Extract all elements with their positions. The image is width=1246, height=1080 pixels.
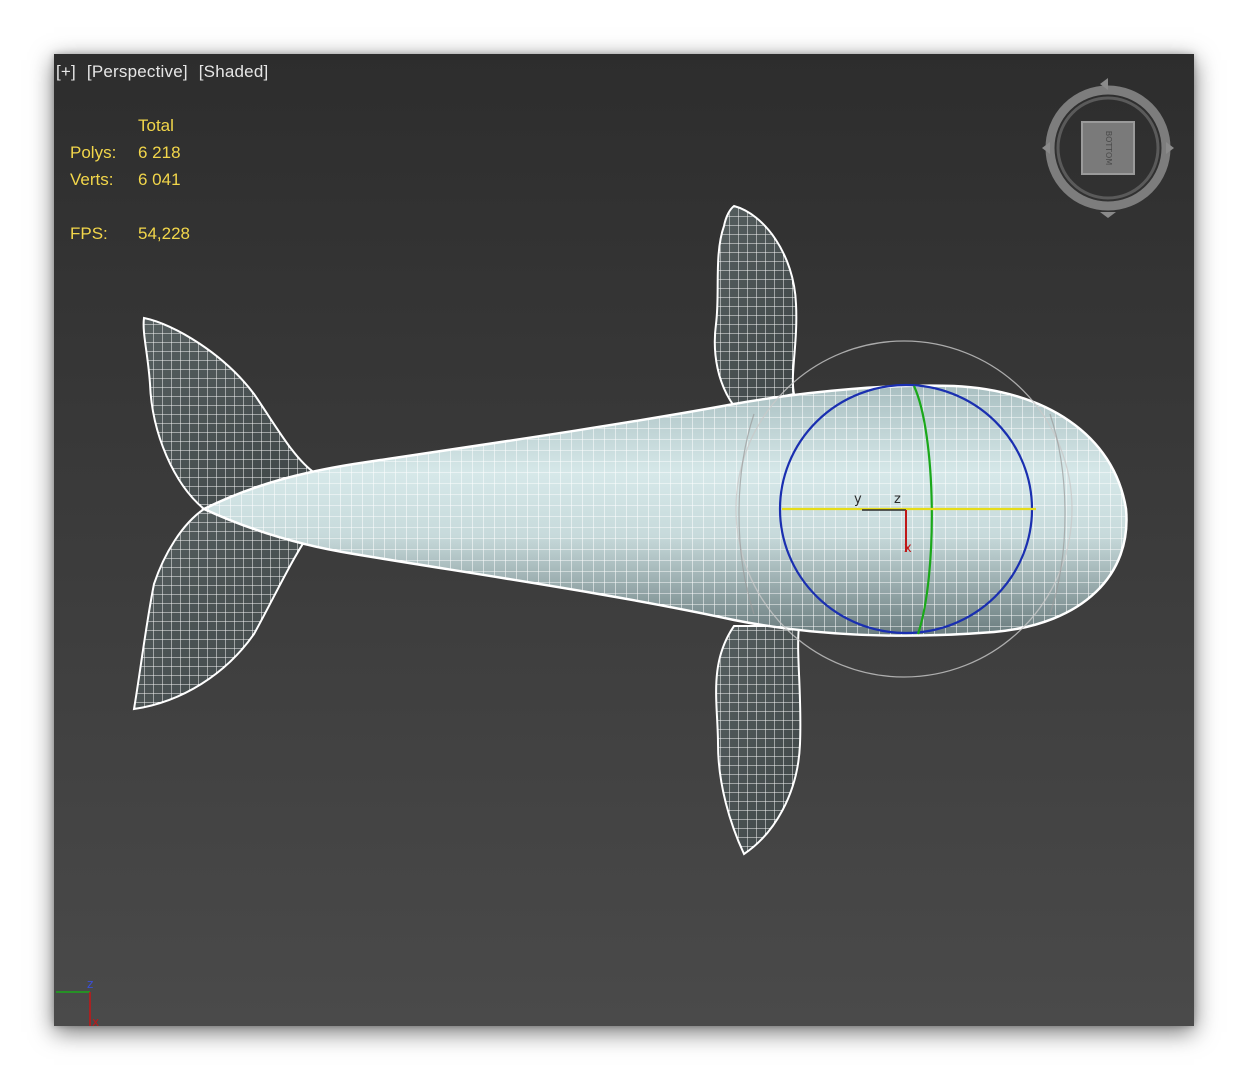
stats-fps-value: 54,228 — [138, 224, 190, 243]
stats-polys-value: 6 218 — [138, 143, 181, 162]
viewport-plus-menu[interactable]: [+] — [56, 62, 76, 81]
whale-fin-lower[interactable] — [715, 625, 802, 856]
axis-tripod: z x — [56, 977, 99, 1026]
whale-body-mesh[interactable] — [201, 384, 1128, 637]
viewport-frame: y z x [+] [Perspective] [Shaded] Total P… — [54, 54, 1194, 1026]
stats-polys-label: Polys: — [70, 143, 117, 162]
gizmo-y-label: y — [854, 492, 862, 507]
stats-verts-value: 6 041 — [138, 170, 181, 189]
perspective-viewport[interactable]: y z x [+] [Perspective] [Shaded] Total P… — [54, 54, 1194, 1026]
viewport-statistics: Total Polys: 6 218 Verts: 6 041 FPS: 54,… — [70, 112, 190, 247]
viewport-label-menu: [+] [Perspective] [Shaded] — [56, 62, 274, 82]
scene-canvas[interactable]: y z x — [54, 54, 1194, 1026]
stats-total-header: Total — [138, 116, 174, 135]
stats-fps-label: FPS: — [70, 224, 108, 243]
stats-verts-label: Verts: — [70, 170, 114, 189]
viewcube-south-marker-icon — [1100, 212, 1116, 218]
viewcube-face-label: BOTTOM — [1104, 131, 1113, 166]
viewport-pov-menu[interactable]: [Perspective] — [87, 62, 188, 81]
viewport-shading-menu[interactable]: [Shaded] — [199, 62, 269, 81]
gizmo-z-label: z — [894, 492, 901, 507]
tripod-z-label: z — [87, 977, 93, 991]
tripod-x-label: x — [92, 1015, 99, 1026]
viewcube[interactable]: BOTTOM — [1038, 78, 1178, 218]
whale-fin-upper[interactable] — [713, 204, 798, 408]
gizmo-x-label: x — [904, 541, 912, 556]
